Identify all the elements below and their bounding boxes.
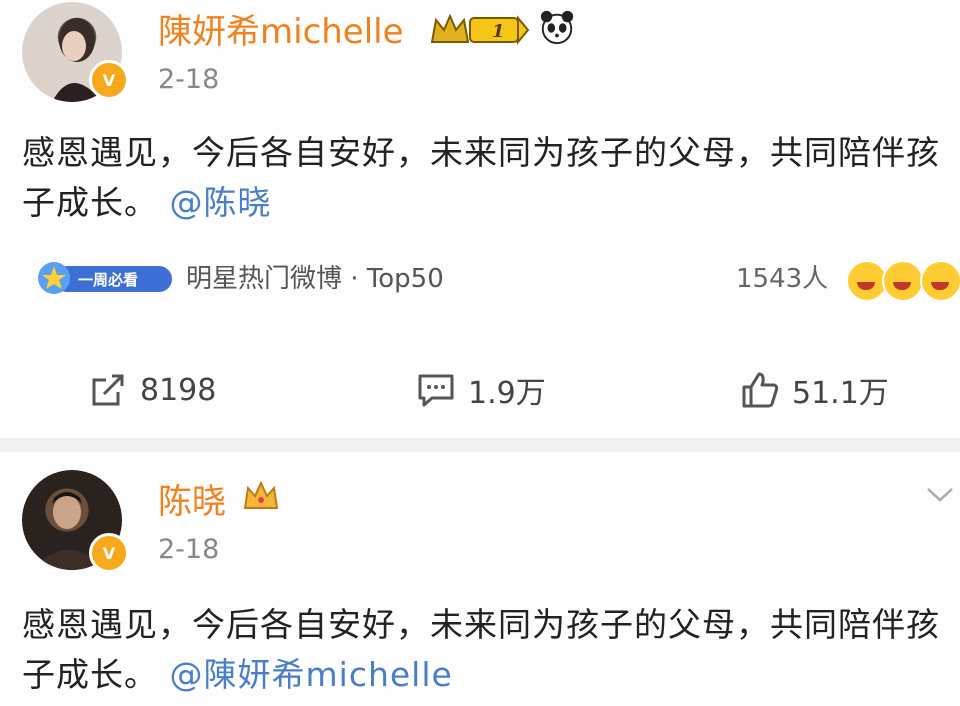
repost-icon <box>92 374 124 406</box>
author-name[interactable]: 陳妍希michelle <box>158 4 404 53</box>
vip-crown-icon: 1 <box>430 13 530 45</box>
post-body: 感恩遇见，今后各自安好，未来同为孩子的父母，共同陪伴孩子成长。 <box>22 605 940 694</box>
comment-icon <box>418 374 454 407</box>
surprised-emoji-icon <box>882 260 924 302</box>
comment-count: 1.9万 <box>468 376 546 411</box>
post-text: 感恩遇见，今后各自安好，未来同为孩子的父母，共同陪伴孩子成长。 @陈晓 <box>22 128 952 228</box>
people-count: 1543人 <box>736 264 829 294</box>
grin-emoji-icon <box>920 260 960 302</box>
comment-button[interactable]: 1.9万 <box>416 360 546 420</box>
thumbs-up-icon <box>742 372 779 408</box>
crown-icon <box>243 480 279 509</box>
verified-badge-icon: V <box>89 533 129 573</box>
like-button[interactable]: 51.1万 <box>740 360 889 420</box>
topic-label: 明星热门微博 · Top50 <box>186 264 444 294</box>
weekly-must-see-badge-icon: 一周必看 <box>38 262 172 294</box>
post-card-1: V 陳妍希michelle 1 2-18 感恩遇见，今后各自安好，未来同为孩子的… <box>0 0 960 438</box>
mention-link[interactable]: @陈晓 <box>170 183 272 222</box>
mention-link[interactable]: @陳妍希michelle <box>170 655 453 694</box>
like-count: 51.1万 <box>792 376 889 411</box>
post-text: 感恩遇见，今后各自安好，未来同为孩子的父母，共同陪伴孩子成长。 @陳妍希mich… <box>22 600 952 700</box>
post-date: 2-18 <box>158 64 220 95</box>
post-date: 2-18 <box>158 534 220 565</box>
post-body: 感恩遇见，今后各自安好，未来同为孩子的父母，共同陪伴孩子成长。 <box>22 133 940 222</box>
topic-row[interactable]: 一周必看 明星热门微博 · Top50 1543人 <box>36 256 960 302</box>
verified-badge-icon: V <box>89 60 129 100</box>
repost-button[interactable]: 8198 <box>88 360 216 420</box>
action-bar: 8198 1.9万 51.1万 <box>0 360 960 420</box>
repost-count: 8198 <box>140 372 217 408</box>
svg-text:1: 1 <box>492 21 505 42</box>
chevron-down-icon[interactable] <box>925 484 955 504</box>
author-name[interactable]: 陈晓 <box>158 474 226 523</box>
svg-text:一周必看: 一周必看 <box>78 271 138 289</box>
panda-icon <box>540 10 574 45</box>
